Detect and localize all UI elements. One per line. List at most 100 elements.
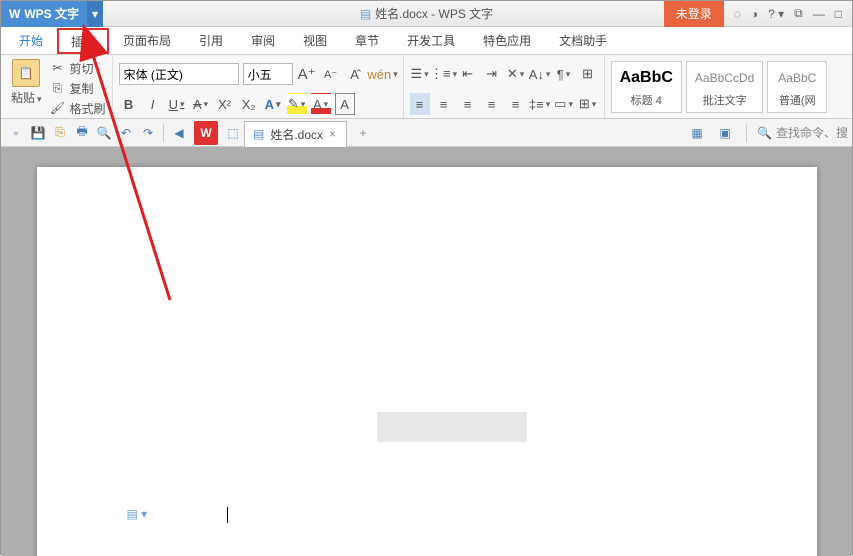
nav-back-button[interactable]: ◀ (169, 123, 189, 143)
toolbox-icon[interactable]: ▦ (687, 123, 707, 143)
print-button[interactable]: 🖶 (72, 123, 92, 143)
help-dropdown-icon[interactable]: ? ▾ (768, 7, 784, 21)
save-button[interactable]: 💾 (28, 123, 48, 143)
strikethrough-button[interactable]: A (191, 93, 211, 115)
tab-developer[interactable]: 开发工具 (393, 27, 469, 55)
shading-button[interactable]: ▭ (554, 93, 574, 115)
paste-icon: 📋 (12, 59, 40, 87)
tab-view[interactable]: 视图 (289, 27, 341, 55)
paragraph-group: ☰ ⋮≡ ⇤ ⇥ ✕ A↓ ¶ ⊞ ≡ ≡ ≡ ≡ ≡ ‡≡ ▭ ⊞ (404, 55, 605, 118)
copy-button[interactable]: ⎘复制 (50, 79, 106, 97)
title-suffix: WPS 文字 (439, 5, 494, 22)
align-left-button[interactable]: ≡ (410, 93, 430, 115)
subscript-button[interactable]: X₂ (239, 93, 259, 115)
bullets-button[interactable]: ☰ (410, 63, 430, 85)
sync-icon[interactable]: ◌ (734, 7, 741, 21)
document-icon: ▤ (253, 127, 264, 141)
style-normal[interactable]: AaBbC 普通(网 (767, 61, 827, 113)
close-tab-button[interactable]: × (329, 127, 336, 141)
maximize-button[interactable]: □ (835, 7, 842, 21)
font-group: A⁺ A⁻ А̂ wén B I U A X² X₂ A ✎ A A (113, 55, 404, 118)
numbering-button[interactable]: ⋮≡ (434, 63, 454, 85)
borders-button[interactable]: ⊞ (578, 93, 598, 115)
page-options-icon[interactable]: ▤ ▾ (127, 507, 148, 521)
font-name-select[interactable] (119, 63, 239, 85)
style-heading4[interactable]: AaBbC 标题 4 (611, 61, 682, 113)
align-justify-button[interactable]: ≡ (482, 93, 502, 115)
skin-icon[interactable]: ◑ (751, 7, 758, 21)
tab-insert[interactable]: 插入 (57, 28, 109, 54)
page[interactable]: ▤ ▾ (37, 167, 817, 556)
show-marks-button[interactable]: ¶ (554, 63, 574, 85)
paste-button[interactable]: 📋 粘贴 (7, 59, 46, 106)
new-tab-button[interactable]: + (351, 121, 375, 145)
document-icon: ▤ (360, 7, 371, 21)
cut-button[interactable]: ✂剪切 (50, 59, 106, 77)
redo-button[interactable]: ↷ (138, 123, 158, 143)
new-button[interactable]: ▫ (6, 123, 26, 143)
minimize-button[interactable]: — (813, 7, 825, 21)
decrease-font-button[interactable]: A⁻ (321, 63, 341, 85)
tab-page-layout[interactable]: 页面布局 (109, 27, 185, 55)
superscript-button[interactable]: X² (215, 93, 235, 115)
format-painter-button[interactable]: 🖌格式刷 (50, 99, 106, 117)
print-preview-button[interactable]: 🔍 (94, 123, 114, 143)
title-sep: - (428, 7, 439, 21)
tab-start[interactable]: 开始 (5, 27, 57, 55)
text-cursor (227, 507, 228, 523)
open-button[interactable]: ⎘ (50, 123, 70, 143)
font-color-button[interactable]: A (311, 93, 331, 115)
wps-home-button[interactable]: W (194, 121, 218, 145)
char-border-button[interactable]: A (335, 93, 355, 115)
tab-special[interactable]: 特色应用 (469, 27, 545, 55)
styles-group: AaBbC 标题 4 AaBbCcDd 批注文字 AaBbC 普通(网 (605, 55, 834, 118)
phonetic-guide-button[interactable]: wén (369, 63, 397, 85)
scissors-icon: ✂ (50, 61, 66, 75)
tab-doc-helper[interactable]: 文档助手 (545, 27, 621, 55)
format-marks-button[interactable]: ⊞ (578, 63, 598, 85)
text-effects-button[interactable]: A (263, 93, 283, 115)
doc-title: 姓名.docx (375, 5, 428, 22)
document-tab-label: 姓名.docx (270, 126, 323, 143)
tab-review[interactable]: 审阅 (237, 27, 289, 55)
tab-chapter[interactable]: 章节 (341, 27, 393, 55)
login-button[interactable]: 未登录 (664, 1, 724, 27)
distribute-button[interactable]: ≡ (506, 93, 526, 115)
tab-references[interactable]: 引用 (185, 27, 237, 55)
document-area: ▤ ▾ (1, 147, 852, 556)
bold-button[interactable]: B (119, 93, 139, 115)
ribbon-tabs: 开始 插入 页面布局 引用 审阅 视图 章节 开发工具 特色应用 文档助手 (1, 27, 852, 55)
pin-icon[interactable]: ⧉ (794, 6, 803, 21)
font-size-select[interactable] (243, 63, 293, 85)
decrease-indent-button[interactable]: ⇤ (458, 63, 478, 85)
docer-button[interactable]: ⬚ (223, 123, 243, 143)
wps-logo-icon: W (9, 7, 20, 21)
brush-icon: 🖌 (50, 101, 66, 115)
app-name: WPS 文字 (24, 5, 79, 22)
reading-mode-icon[interactable]: ▣ (715, 123, 735, 143)
increase-font-button[interactable]: A⁺ (297, 63, 317, 85)
line-spacing-button[interactable]: ‡≡ (530, 93, 550, 115)
app-badge[interactable]: W WPS 文字 (1, 1, 87, 27)
style-comment[interactable]: AaBbCcDd 批注文字 (686, 61, 763, 113)
watermark-placeholder (377, 412, 527, 442)
clipboard-group: 📋 粘贴 ✂剪切 ⎘复制 🖌格式刷 (1, 55, 113, 118)
italic-button[interactable]: I (143, 93, 163, 115)
highlight-button[interactable]: ✎ (287, 93, 307, 115)
app-menu-dropdown[interactable]: ▾ (87, 1, 103, 27)
search-icon: 🔍 (757, 126, 772, 140)
window-title: ▤ 姓名.docx - WPS 文字 (360, 5, 493, 22)
increase-indent-button[interactable]: ⇥ (482, 63, 502, 85)
quick-access-bar: ▫ 💾 ⎘ 🖶 🔍 ↶ ↷ ◀ W ⬚ ▤ 姓名.docx × + ▦ ▣ 🔍 … (1, 119, 852, 147)
text-direction-button[interactable]: ✕ (506, 63, 526, 85)
sort-button[interactable]: A↓ (530, 63, 550, 85)
change-case-button[interactable]: А̂ (345, 63, 365, 85)
undo-button[interactable]: ↶ (116, 123, 136, 143)
title-bar: W WPS 文字 ▾ ▤ 姓名.docx - WPS 文字 未登录 ◌ ◑ ? … (1, 1, 852, 27)
underline-button[interactable]: U (167, 93, 187, 115)
copy-icon: ⎘ (50, 81, 66, 96)
align-center-button[interactable]: ≡ (434, 93, 454, 115)
align-right-button[interactable]: ≡ (458, 93, 478, 115)
document-tab[interactable]: ▤ 姓名.docx × (244, 121, 347, 147)
search-command[interactable]: 🔍 查找命令、搜 (757, 124, 848, 141)
